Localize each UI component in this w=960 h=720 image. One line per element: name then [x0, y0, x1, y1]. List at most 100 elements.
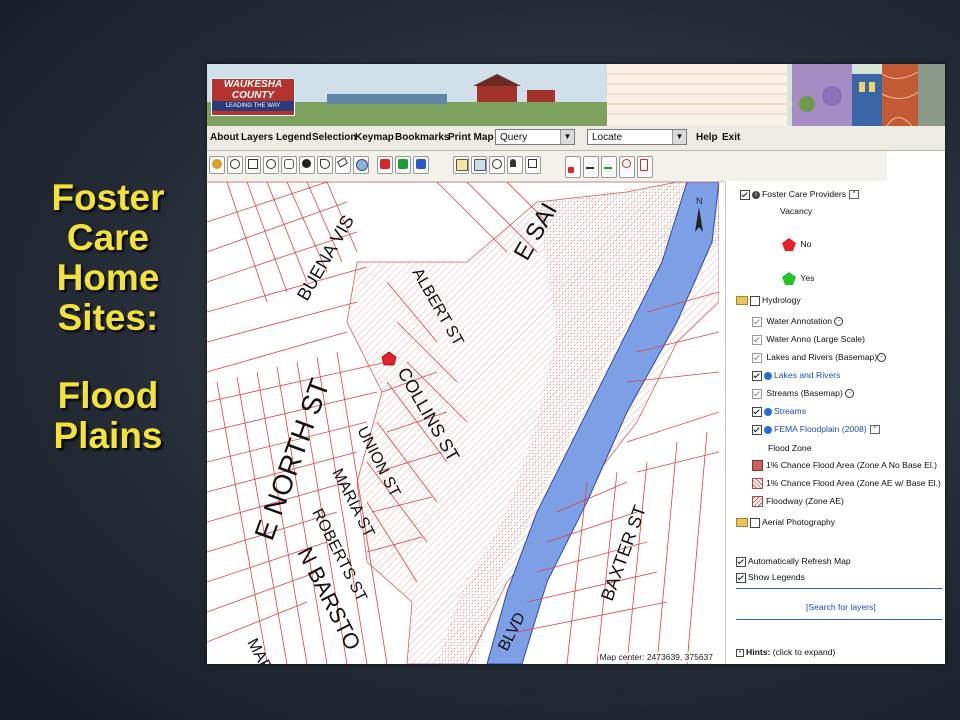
- layer-water-annotation[interactable]: Water Annotation -: [752, 316, 844, 327]
- map-view[interactable]: N BUENA VIS E SAI ALBERT ST COLLINS ST E…: [207, 182, 719, 664]
- layer-foster-care[interactable]: i Foster Care Providers ^: [740, 189, 860, 200]
- title-line: Home: [56, 257, 160, 298]
- legend-no-label: No: [800, 238, 812, 249]
- layer-group-hydrology[interactable]: Hydrology: [736, 295, 801, 306]
- menu-exit[interactable]: Exit: [722, 132, 740, 143]
- chevron-up-icon[interactable]: ^: [849, 190, 860, 200]
- page5-icon[interactable]: [637, 156, 653, 178]
- page3-icon[interactable]: [601, 156, 617, 178]
- title-line: Care: [66, 217, 150, 258]
- green-cube-icon[interactable]: [395, 156, 411, 174]
- checkbox[interactable]: [752, 334, 762, 345]
- folder-icon: [736, 296, 748, 306]
- user-icon[interactable]: [507, 156, 523, 174]
- locate-select-value: Locate: [592, 132, 623, 143]
- swatch: [752, 460, 763, 472]
- eraser-icon[interactable]: [335, 156, 351, 174]
- menu-legend[interactable]: Legend: [276, 132, 312, 143]
- subtitle-line: Flood: [57, 375, 159, 416]
- hints-toggle[interactable]: + Hints: (click to expand): [736, 647, 835, 657]
- page1-icon[interactable]: [565, 156, 581, 178]
- svg-text:N: N: [696, 196, 703, 206]
- page2-icon[interactable]: [583, 156, 599, 178]
- zoom-prev-icon[interactable]: [263, 156, 279, 174]
- checkbox[interactable]: [752, 316, 762, 327]
- info-icon[interactable]: [489, 156, 505, 174]
- measure-icon[interactable]: [317, 156, 333, 174]
- layer-label: Lakes and Rivers: [774, 370, 841, 380]
- zoom-out-icon[interactable]: [227, 156, 243, 174]
- menu-keymap[interactable]: Keymap: [355, 132, 394, 143]
- menu-help[interactable]: Help: [696, 132, 718, 143]
- layer-streams-basemap[interactable]: Streams (Basemap) -: [752, 388, 855, 399]
- menu-selection[interactable]: Selection: [312, 132, 356, 143]
- legend-zone-a: 1% Chance Flood Area (Zone A No Base El.…: [752, 460, 937, 472]
- slide-title: Foster Care Home Sites: Flood Plains: [28, 178, 188, 456]
- layers-panel: i Foster Care Providers ^ Vacancy No Yes H…: [725, 181, 945, 664]
- menu-layers[interactable]: Layers: [241, 132, 273, 143]
- select-icon[interactable]: [471, 156, 487, 174]
- map-canvas[interactable]: N BUENA VIS E SAI ALBERT ST COLLINS ST E…: [207, 182, 719, 664]
- minus-icon[interactable]: -: [845, 389, 855, 399]
- checkbox[interactable]: [740, 189, 750, 200]
- identify-icon[interactable]: [299, 156, 315, 174]
- menu-bar: About Layers Legend Selection Keymap Boo…: [207, 126, 945, 151]
- checkbox[interactable]: [752, 352, 762, 363]
- chevron-up-icon[interactable]: ^: [869, 425, 880, 435]
- search-layers-link[interactable]: [Search for layers]: [806, 602, 876, 612]
- minus-icon[interactable]: -: [834, 317, 844, 327]
- divider: [736, 619, 942, 620]
- layer-streams[interactable]: i Streams: [752, 406, 806, 417]
- checkbox[interactable]: [752, 424, 762, 435]
- checkbox[interactable]: [750, 295, 760, 306]
- info-icon[interactable]: i: [752, 190, 760, 199]
- layer-water-anno-large[interactable]: Water Anno (Large Scale): [752, 334, 865, 345]
- query-select-value: Query: [500, 132, 528, 143]
- blue-cube-icon[interactable]: [413, 156, 429, 174]
- layer-group-aerial[interactable]: Aerial Photography: [736, 517, 835, 528]
- menu-print-map[interactable]: Print Map: [448, 132, 494, 143]
- layer-label: Water Annotation: [766, 316, 832, 326]
- checkbox[interactable]: [736, 572, 746, 583]
- layer-label: Hydrology: [762, 295, 801, 305]
- locate-select[interactable]: Locate ▼: [587, 129, 687, 145]
- query-select[interactable]: Query ▼: [495, 129, 575, 145]
- checkbox[interactable]: [750, 517, 760, 528]
- checkbox[interactable]: [736, 556, 746, 567]
- legend-label: Floodway (Zone AE): [766, 496, 844, 506]
- menu-about[interactable]: About: [210, 132, 239, 143]
- checkbox[interactable]: [752, 388, 762, 399]
- minus-icon[interactable]: -: [877, 353, 887, 363]
- layer-lakes-rivers[interactable]: i Lakes and Rivers: [752, 370, 840, 381]
- layer-lakes-rivers-basemap[interactable]: Lakes and Rivers (Basemap) -: [752, 352, 887, 363]
- pan-icon[interactable]: [281, 156, 297, 174]
- swatch: [752, 496, 763, 508]
- zoom-in-icon[interactable]: [209, 156, 225, 174]
- header-banner: WAUKESHA COUNTY LEADING THE WAY: [207, 64, 945, 126]
- layer-label: Water Anno (Large Scale): [766, 334, 865, 344]
- show-legends-option[interactable]: Show Legends: [736, 572, 805, 583]
- auto-refresh-option[interactable]: Automatically Refresh Map: [736, 556, 851, 567]
- chevron-down-icon: ▼: [560, 130, 574, 144]
- menu-bookmarks[interactable]: Bookmarks: [395, 132, 449, 143]
- layer-label: Foster Care Providers: [762, 189, 847, 199]
- add-icon[interactable]: [525, 156, 541, 174]
- full-extent-icon[interactable]: [245, 156, 261, 174]
- layer-label: Streams: [774, 406, 806, 416]
- query-icon[interactable]: [453, 156, 469, 174]
- checkbox[interactable]: [752, 370, 762, 381]
- info-icon[interactable]: i: [764, 407, 772, 416]
- checkbox[interactable]: [752, 406, 762, 417]
- county-logo[interactable]: WAUKESHA COUNTY LEADING THE WAY: [211, 78, 295, 116]
- legend-vacancy: Vacancy: [780, 206, 813, 216]
- hints-action: (click to expand): [772, 647, 836, 657]
- red-cube-icon[interactable]: [377, 156, 393, 174]
- info-icon[interactable]: i: [764, 425, 772, 434]
- banner-art: [207, 64, 945, 126]
- layer-fema-floodplain[interactable]: i FEMA Floodplain (2008) ^: [752, 424, 880, 435]
- option-label: Automatically Refresh Map: [748, 556, 851, 566]
- info-icon[interactable]: i: [764, 371, 772, 380]
- expand-icon[interactable]: +: [736, 648, 744, 657]
- locate-icon[interactable]: [353, 156, 369, 174]
- page4-icon[interactable]: [619, 156, 635, 178]
